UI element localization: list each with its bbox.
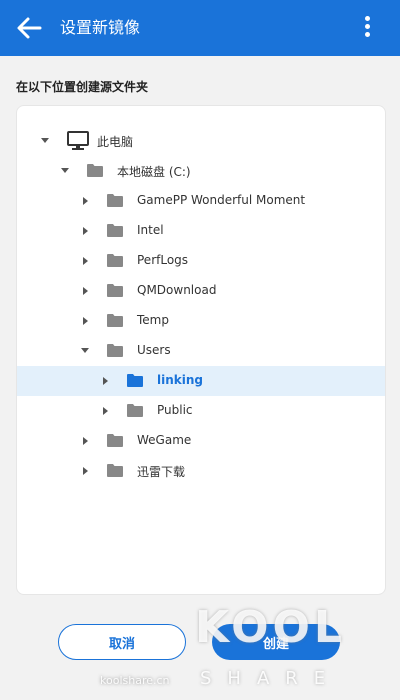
caret-right-icon[interactable] (81, 467, 89, 475)
more-vertical-icon-dot (364, 24, 370, 29)
tree-item-label: 迅雷下载 (137, 465, 186, 479)
caret-right-icon[interactable] (81, 197, 89, 205)
caret-down-icon[interactable] (81, 347, 89, 355)
folder-icon (107, 224, 123, 240)
tree-item[interactable]: 此电脑 (17, 126, 385, 156)
folder-icon (127, 404, 143, 420)
caret-right-icon[interactable] (81, 437, 89, 445)
folder-tree-panel: 此电脑本地磁盘 (C:) GamePP Wonderful Moment Intel… (16, 105, 386, 595)
arrow-left-icon (17, 17, 42, 39)
tree-item-label: 本地磁盘 (C:) (117, 165, 191, 179)
caret-right-icon[interactable] (81, 257, 89, 265)
tree-item-label: QMDownload (137, 283, 217, 297)
tree-item[interactable]: PerfLogs (17, 246, 385, 276)
tree-item[interactable]: Public (17, 396, 385, 426)
tree-item-label: 此电脑 (97, 135, 134, 149)
tree-item-label: GamePP Wonderful Moment (137, 193, 306, 207)
cancel-button[interactable]: 取消 (58, 624, 186, 660)
tree-item[interactable]: 迅雷下载 (17, 456, 385, 486)
back-button[interactable] (14, 14, 44, 42)
folder-icon (107, 344, 123, 360)
tree-item-label: Users (137, 343, 171, 357)
tree-item[interactable]: GamePP Wonderful Moment (17, 186, 385, 216)
more-vertical-icon (364, 16, 370, 21)
tree-item[interactable]: Temp (17, 306, 385, 336)
tree-item[interactable]: QMDownload (17, 276, 385, 306)
caret-down-icon[interactable] (41, 137, 49, 145)
tree-item[interactable]: 本地磁盘 (C:) (17, 156, 385, 186)
caret-right-icon[interactable] (81, 287, 89, 295)
caret-right-icon[interactable] (101, 407, 109, 415)
folder-icon (107, 254, 123, 270)
tree-item[interactable]: linking (17, 366, 385, 396)
caret-right-icon[interactable] (101, 377, 109, 385)
tree-item[interactable]: Users (17, 336, 385, 366)
folder-icon (107, 284, 123, 300)
folder-icon (107, 434, 123, 450)
tree-item[interactable]: WeGame (17, 426, 385, 456)
tree-item[interactable]: Intel (17, 216, 385, 246)
page-title: 设置新镜像 (60, 18, 141, 37)
folder-icon (107, 464, 123, 480)
section-label: 在以下位置创建源文件夹 (16, 80, 149, 94)
tree-item-label: PerfLogs (137, 253, 189, 267)
watermark-sub: SHARE (200, 668, 342, 689)
folder-icon (127, 374, 143, 390)
caret-right-icon[interactable] (81, 227, 89, 235)
tree-item-label: Temp (137, 313, 169, 327)
folder-icon (107, 314, 123, 330)
tree-item-label: Public (157, 403, 193, 417)
more-vertical-icon-dot (364, 32, 370, 37)
create-button[interactable]: 创建 (212, 624, 340, 660)
caret-right-icon[interactable] (81, 317, 89, 325)
tree-item-label: WeGame (137, 433, 192, 447)
monitor-icon (67, 131, 89, 154)
more-menu-button[interactable] (362, 14, 372, 42)
tree-item-label: linking (157, 373, 203, 387)
watermark-site: koolshare.cn (100, 674, 170, 687)
app-bar: 设置新镜像 (0, 0, 400, 56)
folder-icon (107, 194, 123, 210)
tree-item-label: Intel (137, 223, 164, 237)
caret-down-icon[interactable] (61, 167, 69, 175)
folder-icon (87, 164, 103, 180)
